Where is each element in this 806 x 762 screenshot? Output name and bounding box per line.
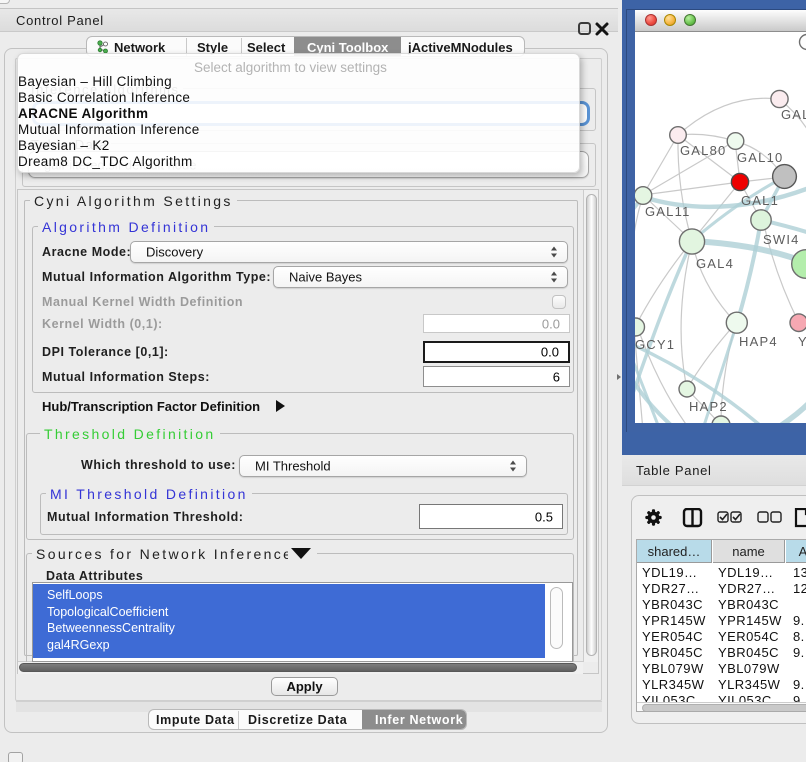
svg-text:GAL11: GAL11 — [645, 204, 691, 219]
svg-text:GCY1: GCY1 — [635, 337, 675, 352]
svg-text:GAL2: GAL2 — [781, 107, 806, 122]
svg-text:Y: Y — [798, 334, 806, 349]
svg-text:SWI4: SWI4 — [763, 232, 800, 247]
svg-text:GAL4: GAL4 — [696, 256, 734, 271]
svg-text:GAL80: GAL80 — [680, 143, 726, 158]
svg-text:HAP4: HAP4 — [739, 334, 778, 349]
svg-text:HAP2: HAP2 — [689, 399, 728, 414]
svg-text:GAL10: GAL10 — [737, 150, 783, 165]
svg-text:GAL1: GAL1 — [741, 193, 779, 208]
